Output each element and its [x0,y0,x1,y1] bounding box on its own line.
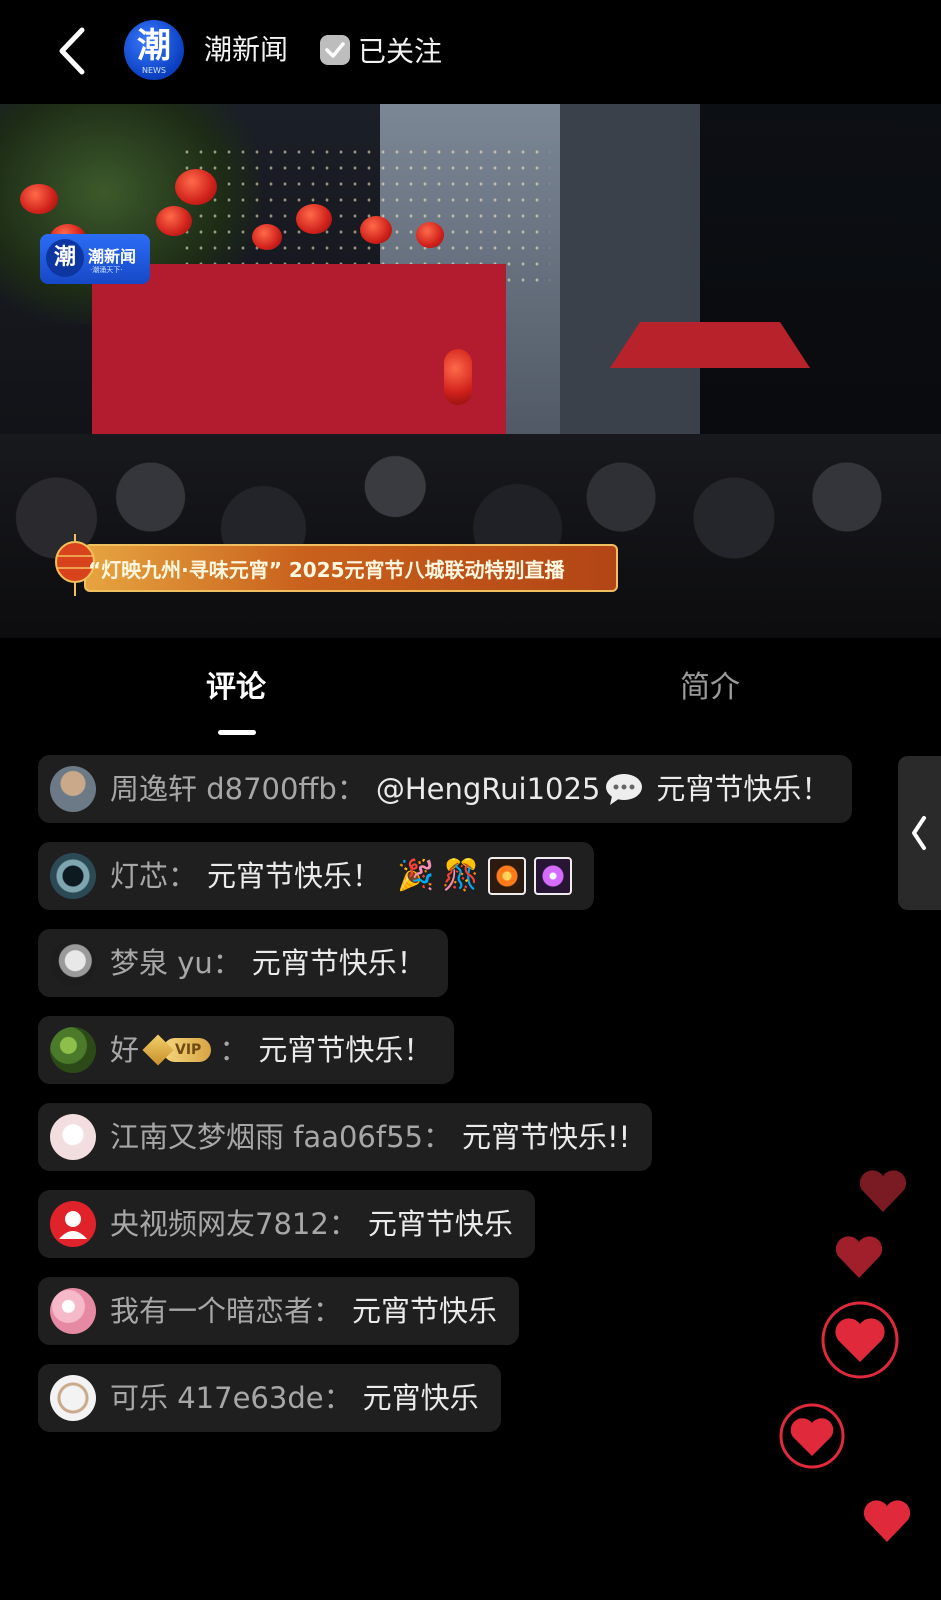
tab-comments[interactable]: 评论 [206,668,266,708]
comment-separator: ： [336,772,366,806]
comment-username[interactable]: 央视频网友7812 [110,1204,329,1244]
party-popper-icon: 🎉 [397,858,435,893]
video-scene-lantern [360,216,392,244]
comment-message: 元宵节快乐!! [462,1120,631,1154]
top-bar: 潮 NEWS 潮新闻 已关注 [0,0,941,104]
comment-separator: ： [328,1207,358,1241]
video-watermark-logo: 潮 潮新闻 ·潮涌天下· [40,234,150,284]
comment-username[interactable]: 江南又梦烟雨 faa06f55 [110,1117,423,1157]
comment-separator: ： [219,1033,249,1067]
comment-separator: ： [168,859,198,893]
heart-icon [821,1301,899,1379]
comment-item[interactable]: 梦泉 yu ： 元宵节快乐！ [38,929,448,997]
video-scene-lantern [20,184,58,214]
comment-separator: ： [422,1120,452,1154]
heart-icon [859,1170,907,1212]
user-avatar[interactable] [50,1288,96,1334]
chevron-left-icon [59,27,85,75]
comment-separator: ： [212,946,242,980]
user-avatar[interactable] [50,853,96,899]
comment-separator: ： [323,1381,353,1415]
check-icon [320,35,350,65]
comment-username[interactable]: 可乐 417e63de [110,1378,324,1418]
comment-message: 元宵节快乐 [367,1207,513,1241]
user-avatar[interactable] [50,1375,96,1421]
video-scene-lantern [156,206,192,236]
live-event-banner: “灯映九州·寻味元宵” 2025元宵节八城联动特别直播 [54,534,624,598]
watermark-name: 潮新闻 [88,247,137,266]
watermark-sub: ·潮涌天下· [90,266,123,274]
side-panel-toggle[interactable] [898,756,941,910]
tab-intro[interactable]: 简介 [680,668,740,708]
video-scene-string-lights [180,144,550,284]
heart-icon [863,1500,911,1542]
channel-name[interactable]: 潮新闻 [204,30,288,70]
comment-message: 元宵节快乐！ [258,1033,433,1067]
comment-mention[interactable]: @HengRui1025 [376,769,601,809]
logo-sub: NEWS [141,66,167,75]
comment-item[interactable]: 周逸轩 d8700ffb ： @HengRui1025 元宵节快乐！ [38,755,853,823]
default-user-icon [59,1211,87,1239]
video-scene-lantern [444,349,472,405]
comment-item[interactable]: 可乐 417e63de ： 元宵快乐 [38,1364,501,1432]
comment-username[interactable]: 梦泉 yu [110,943,213,983]
comment-list[interactable]: 周逸轩 d8700ffb ： @HengRui1025 元宵节快乐！ 灯芯 ： … [38,755,858,1451]
video-scene-lantern [296,204,332,234]
comment-item[interactable]: 灯芯 ： 元宵节快乐！ 🎉 🎊 [38,842,594,910]
comment-message: 元宵节快乐 [352,1294,498,1328]
user-avatar[interactable] [50,1201,96,1247]
comment-username[interactable]: 我有一个暗恋者 [110,1291,313,1331]
video-scene-building-side [560,104,700,484]
comment-username[interactable]: 灯芯 [110,856,168,896]
comment-message: 元宵节快乐！ [251,946,426,980]
comment-item[interactable]: 央视频网友7812 ： 元宵节快乐 [38,1190,535,1258]
confetti-ball-icon: 🎊 [442,858,480,893]
comment-item[interactable]: 江南又梦烟雨 faa06f55 ： 元宵节快乐!! [38,1103,653,1171]
video-scene-lantern [175,169,217,205]
speech-bubble-icon [604,772,644,806]
video-scene-lantern [416,222,444,248]
user-avatar[interactable] [50,1114,96,1160]
heart-icon [835,1236,883,1278]
chevron-left-icon [912,816,926,850]
content-tabs: 评论 简介 [0,638,941,735]
watermark-glyph: 潮 [46,239,84,277]
sparkler-icon [533,857,572,895]
comment-username[interactable]: 周逸轩 d8700ffb [110,769,337,809]
comment-item[interactable]: 好 VIP ： 元宵节快乐！ [38,1016,455,1084]
video-scene-lantern [252,224,282,250]
heart-icon [779,1403,845,1469]
user-avatar[interactable] [50,1027,96,1073]
banner-text: “灯映九州·寻味元宵” 2025元宵节八城联动特别直播 [88,558,565,582]
channel-avatar[interactable]: 潮 NEWS [124,20,184,80]
fireworks-icon [487,857,526,895]
user-avatar[interactable] [50,766,96,812]
comment-username[interactable]: 好 [110,1030,139,1070]
follow-label: 已关注 [358,35,443,68]
comment-separator: ： [313,1294,343,1328]
video-scene-tent [610,322,810,368]
user-avatar[interactable] [50,940,96,986]
comment-message: 元宵快乐 [362,1381,479,1415]
logo-glyph: 潮 [137,26,171,66]
back-button[interactable] [52,24,92,78]
active-tab-indicator [218,730,256,735]
comment-message: 元宵节快乐！ [207,859,382,893]
follow-status-button[interactable]: 已关注 [320,30,442,70]
vip-badge: VIP [142,1034,212,1066]
comment-item[interactable]: 我有一个暗恋者 ： 元宵节快乐 [38,1277,520,1345]
comment-message: 元宵节快乐！ [656,772,831,806]
